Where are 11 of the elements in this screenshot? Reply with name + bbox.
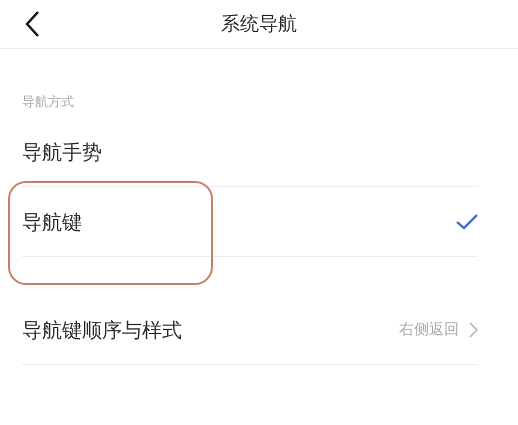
section-label: 导航方式 [22,94,75,112]
setting-row[interactable]: 导航键顺序与样式 右侧返回 [22,295,478,365]
back-icon [24,10,40,38]
page-title: 系统导航 [220,12,298,37]
chevron-icon [469,322,478,338]
option-row[interactable]: 导航手势 [22,117,478,187]
option-row[interactable]: 导航键 [22,187,478,257]
option-label: 导航手势 [22,138,103,166]
setting-value: 右侧返回 [399,319,459,340]
setting-label: 导航键顺序与样式 [22,316,183,344]
option-label: 导航键 [22,208,83,236]
